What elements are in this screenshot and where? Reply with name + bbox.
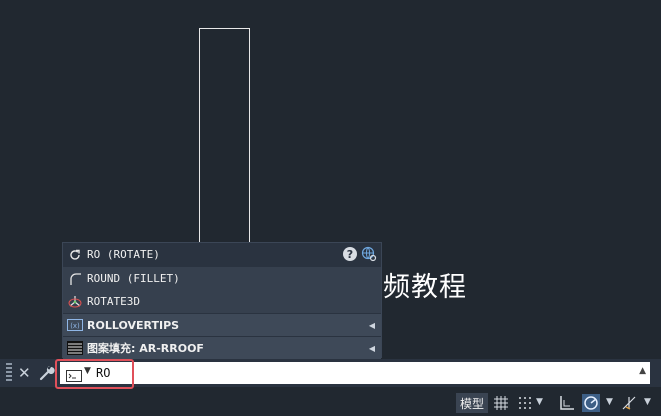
autocomplete-item-rotate3d[interactable]: ROTATE3D [63, 290, 381, 313]
isodraft-dropdown-icon[interactable]: ▼ [644, 397, 651, 407]
status-bar: 模型 ▼ ▼ ▼ [0, 391, 661, 415]
svg-text:(x): (x) [70, 322, 80, 330]
command-input[interactable]: ▼ RO ▲ [60, 362, 650, 384]
autocomplete-item-rollovertips[interactable]: (x) ROLLOVERTIPS ◀ [63, 313, 381, 336]
autocomplete-item-fillet[interactable]: ROUND (FILLET) [63, 267, 381, 290]
search-web-icon[interactable] [361, 246, 377, 262]
snap-dropdown-icon[interactable]: ▼ [536, 397, 543, 407]
grid-icon[interactable] [492, 394, 510, 412]
autocomplete-item-label: ROUND (FILLET) [87, 272, 180, 285]
close-icon[interactable]: ✕ [18, 364, 31, 382]
wrench-icon[interactable] [38, 364, 56, 382]
model-space-button[interactable]: 模型 [456, 393, 489, 413]
expand-left-icon[interactable]: ◀ [369, 344, 375, 353]
chevron-up-icon[interactable]: ▲ [639, 366, 646, 376]
ortho-icon[interactable] [558, 394, 576, 412]
autocomplete-item-rotate[interactable]: RO (ROTATE) ? [63, 243, 381, 266]
rotate3d-icon [67, 294, 83, 310]
drawn-rectangle[interactable] [199, 28, 250, 248]
rotate-icon [67, 247, 83, 263]
snap-icon[interactable] [516, 394, 534, 412]
sysvar-icon: (x) [67, 317, 83, 333]
autocomplete-item-label: ROTATE3D [87, 295, 140, 308]
autocomplete-item-label: 图案填充: AR-RROOF [87, 342, 204, 355]
isodraft-icon[interactable] [620, 394, 638, 412]
watermark-text: 频教程 [383, 272, 467, 303]
expand-left-icon[interactable]: ◀ [369, 321, 375, 330]
autocomplete-item-label: ROLLOVERTIPS [87, 318, 180, 332]
command-input-highlight [55, 359, 134, 389]
drag-grip-icon[interactable] [6, 363, 12, 383]
help-icon[interactable]: ? [343, 247, 357, 261]
fillet-icon [67, 271, 83, 287]
autocomplete-item-label: RO (ROTATE) [87, 248, 160, 261]
autocomplete-item-hatch[interactable]: 图案填充: AR-RROOF ◀ [63, 336, 381, 359]
hatch-pattern-icon [67, 340, 83, 356]
autocomplete-popup: RO (ROTATE) ? ROUND (FILLET) ROTATE3D (x… [62, 242, 382, 359]
polar-dropdown-icon[interactable]: ▼ [606, 397, 613, 407]
polar-tracking-icon[interactable] [582, 394, 600, 412]
